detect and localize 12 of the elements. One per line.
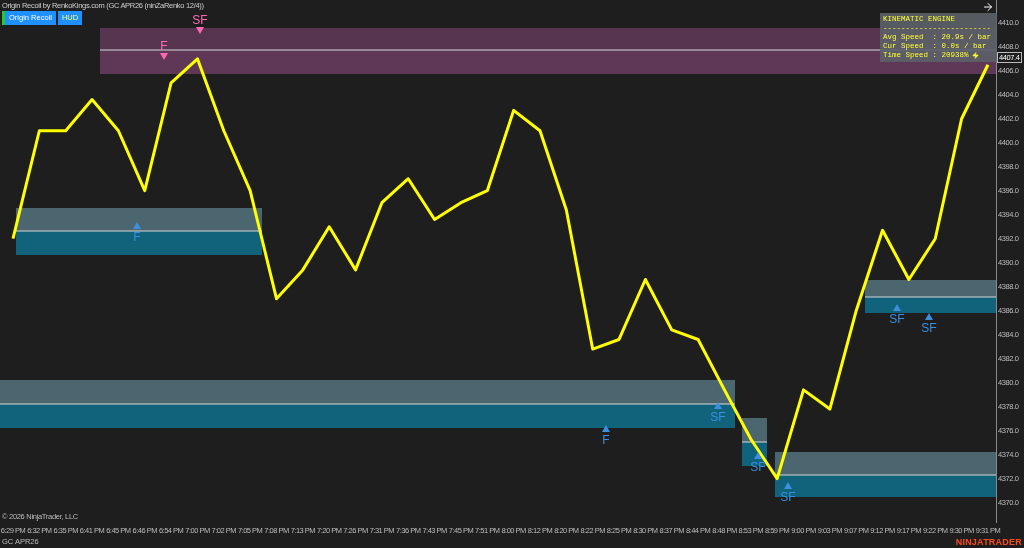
signal-label: F: [602, 433, 610, 447]
brand-logo: NINJATRADER: [955, 537, 1022, 547]
lightning-icon: [971, 52, 979, 59]
signal-label: SF: [192, 13, 208, 27]
arrow-right-icon[interactable]: [982, 1, 994, 13]
signal-label: SF: [710, 410, 726, 424]
signal-label: F: [133, 230, 141, 244]
signal-label: SF: [780, 490, 796, 504]
signal-label: SF: [921, 321, 937, 335]
signal-label: SF: [750, 460, 766, 474]
signal-label: SF: [889, 312, 905, 326]
signal-label: F: [160, 39, 168, 53]
